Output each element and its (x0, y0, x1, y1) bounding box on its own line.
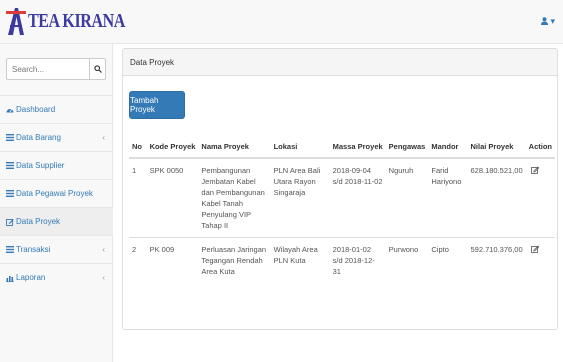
cell-no: 1 (129, 157, 147, 238)
sidebar-item-data-barang[interactable]: Data Barang ‹ (0, 123, 113, 151)
brand-logo[interactable]: TEA KIRANA (6, 4, 149, 38)
cell-kode: SPK 0050 (146, 157, 199, 238)
chevron-left-icon: ‹ (102, 133, 105, 142)
column-header[interactable]: Kode Proyek (146, 136, 199, 159)
tambah-proyek-button[interactable]: Tambah Proyek (129, 91, 185, 119)
cell-mandor: Cipto (428, 237, 468, 283)
list-icon (6, 190, 14, 198)
bar-chart-icon (6, 274, 14, 282)
column-header[interactable]: Lokasi (270, 136, 330, 159)
cell-pengawas: Nguruh (385, 157, 429, 238)
list-icon (6, 246, 14, 254)
column-header[interactable]: Nilai Proyek (467, 136, 526, 159)
sidebar-item-label: Data Pegawai Proyek (16, 189, 93, 198)
sidebar-item-dashboard[interactable]: Dashboard (0, 95, 113, 123)
cell-nilai: 628.180.521,00 (467, 157, 526, 238)
column-header[interactable]: Massa Proyek (329, 136, 386, 159)
sidebar-item-label: Laporan (16, 273, 46, 282)
user-icon (541, 16, 549, 27)
cell-massa: 2018-01-02 s/d 2018-12-31 (329, 237, 386, 283)
cell-no: 2 (129, 237, 147, 283)
search-input[interactable] (7, 59, 89, 79)
sidebar-item-data-proyek[interactable]: Data Proyek (0, 207, 113, 235)
user-menu[interactable]: ▾ (541, 16, 555, 27)
sidebar-item-label: Data Supplier (16, 161, 65, 170)
cell-nilai: 592.710.376,00 (467, 237, 526, 283)
sidebar-item-data-pegawai-proyek[interactable]: Data Pegawai Proyek (0, 179, 113, 207)
cell-massa: 2018-09-04 s/d 2018-11-02 (329, 157, 386, 238)
column-header[interactable]: Pengawas (385, 136, 429, 159)
panel-heading: Data Proyek (123, 49, 557, 76)
table-row: 2 PK 009 Perluasan Jaringan Tegangan Ren… (129, 237, 555, 283)
search-button[interactable] (89, 59, 105, 79)
sidebar-nav: Dashboard Data Barang ‹ Data Supplier Da… (0, 95, 113, 291)
chevron-left-icon: ‹ (102, 273, 105, 282)
top-navbar: TEA KIRANA ▾ (0, 0, 563, 44)
chevron-down-icon: ▾ (550, 16, 555, 26)
dashboard-icon (6, 106, 14, 114)
cell-pengawas: Purwono (385, 237, 429, 283)
logo-mark-icon (6, 5, 26, 37)
cell-action (525, 237, 555, 283)
chevron-left-icon: ‹ (102, 245, 105, 254)
column-header[interactable]: Nama Proyek (198, 136, 271, 159)
sidebar-item-data-supplier[interactable]: Data Supplier (0, 151, 113, 179)
search-icon (93, 65, 102, 73)
edit-icon (6, 218, 14, 226)
edit-icon[interactable] (530, 245, 539, 256)
search-box (6, 58, 106, 80)
cell-lokasi: Wilayah Area PLN Kuta (270, 237, 330, 283)
table-row: 1 SPK 0050 Pembangunan Jembatan Kabel da… (129, 157, 555, 238)
cell-kode: PK 009 (146, 237, 199, 283)
column-header[interactable]: Action (525, 136, 555, 159)
table-header-row: No Kode Proyek Nama Proyek Lokasi Massa … (129, 136, 555, 159)
edit-icon[interactable] (530, 166, 539, 177)
column-header[interactable]: Mandor (428, 136, 468, 159)
cell-action (525, 157, 555, 238)
cell-lokasi: PLN Area Bali Utara Rayon Singaraja (270, 157, 330, 238)
list-icon (6, 134, 14, 142)
column-header[interactable]: No (129, 136, 147, 159)
cell-nama: Pembangunan Jembatan Kabel dan Pembangun… (198, 157, 271, 238)
sidebar-item-label: Dashboard (16, 105, 56, 114)
list-icon (6, 162, 14, 170)
proyek-table: No Kode Proyek Nama Proyek Lokasi Massa … (129, 136, 555, 283)
sidebar-item-label: Data Barang (16, 133, 61, 142)
page-content: Data Proyek Tambah Proyek No Kode Proyek… (113, 44, 563, 362)
sidebar-item-label: Data Proyek (16, 217, 61, 226)
sidebar-item-laporan[interactable]: Laporan ‹ (0, 263, 113, 291)
sidebar-item-label: Transaksi (16, 245, 51, 254)
cell-nama: Perluasan Jaringan Tegangan Rendah Area … (198, 237, 271, 283)
data-proyek-panel: Data Proyek Tambah Proyek No Kode Proyek… (122, 48, 558, 330)
brand-name: TEA KIRANA (28, 9, 125, 32)
cell-mandor: Farid Hariyono (428, 157, 468, 238)
sidebar-item-transaksi[interactable]: Transaksi ‹ (0, 235, 113, 263)
